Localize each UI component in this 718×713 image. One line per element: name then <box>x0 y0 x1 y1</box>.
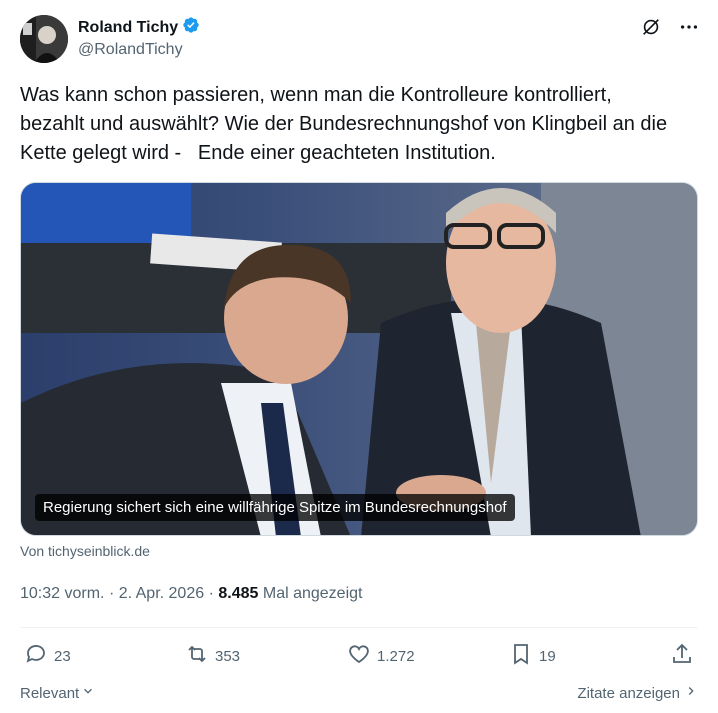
bookmark-button[interactable]: 19 <box>509 642 556 670</box>
reply-count: 23 <box>54 647 71 665</box>
author-handle[interactable]: @RolandTichy <box>78 41 183 59</box>
divider <box>20 627 698 628</box>
repost-button[interactable]: 353 <box>185 642 240 670</box>
grok-icon[interactable] <box>640 16 662 43</box>
link-card-caption: Regierung sichert sich eine willfährige … <box>35 494 515 521</box>
views-count: 8.485 <box>218 585 259 602</box>
chevron-right-icon <box>684 684 698 702</box>
bookmark-icon <box>509 642 533 670</box>
avatar[interactable] <box>20 15 68 63</box>
author-name-row[interactable]: Roland Tichy <box>78 16 200 39</box>
chevron-down-icon <box>81 684 95 702</box>
more-icon[interactable] <box>678 16 700 43</box>
sort-replies-dropdown[interactable]: Relevant <box>20 684 95 702</box>
repost-count: 353 <box>215 647 241 665</box>
share-button[interactable] <box>670 642 694 670</box>
views-label: Mal angezeigt <box>262 585 363 602</box>
avatar-image <box>20 15 68 63</box>
news-photo <box>21 183 697 535</box>
sort-label: Relevant <box>20 684 80 702</box>
repost-icon <box>185 642 209 670</box>
action-bar: 23 353 1.272 19 <box>20 642 698 672</box>
reply-button[interactable]: 23 <box>24 642 71 670</box>
like-count: 1.272 <box>377 647 415 665</box>
bookmark-count: 19 <box>539 647 556 665</box>
link-card-image[interactable]: Regierung sichert sich eine willfährige … <box>20 182 698 536</box>
link-source[interactable]: Von tichyseinblick.de <box>20 543 150 559</box>
meta-separator: · <box>108 585 115 602</box>
tweet-meta: 10:32 vorm. · 2. Apr. 2026 · 8.485 Mal a… <box>20 585 362 603</box>
meta-separator: · <box>208 585 214 602</box>
like-button[interactable]: 1.272 <box>347 642 415 670</box>
view-quotes-link[interactable]: Zitate anzeigen <box>577 684 698 702</box>
verified-badge-icon <box>182 16 200 39</box>
tweet-text: Was kann schon passieren, wenn man die K… <box>20 84 668 164</box>
tweet-date[interactable]: 2. Apr. 2026 <box>119 585 204 602</box>
tweet-time[interactable]: 10:32 vorm. <box>20 585 104 602</box>
heart-icon <box>347 642 371 670</box>
reply-icon <box>24 642 48 670</box>
quotes-label: Zitate anzeigen <box>577 684 680 702</box>
author-display-name[interactable]: Roland Tichy <box>78 19 178 37</box>
share-icon <box>670 642 694 670</box>
